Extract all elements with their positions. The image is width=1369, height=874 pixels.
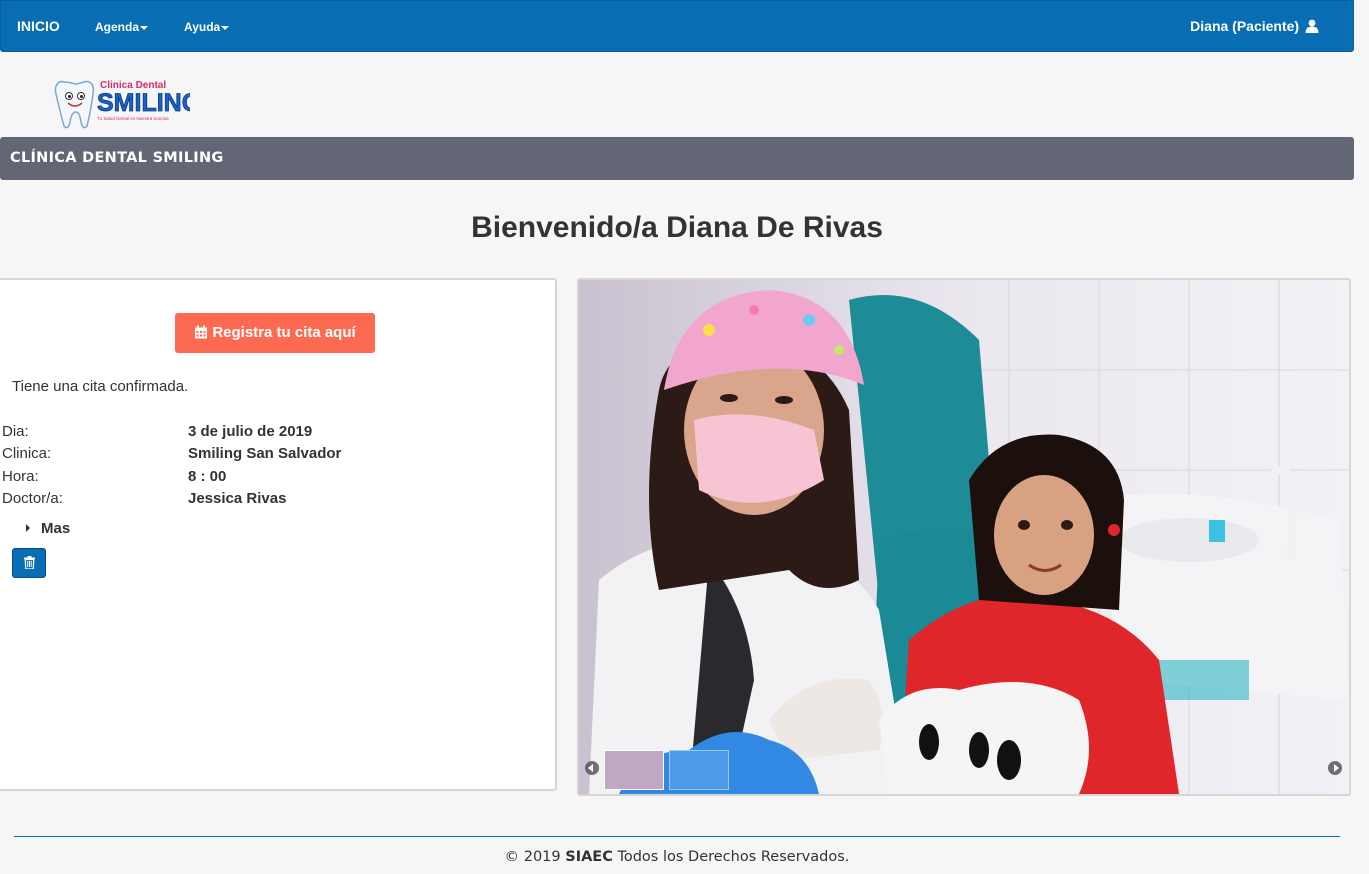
slideshow-prev-button[interactable] (585, 761, 599, 775)
caret-down-icon (221, 25, 230, 30)
section-title-bar: CLÍNICA DENTAL SMILING (0, 137, 1354, 180)
footer-brand: SIAEC (565, 849, 613, 865)
clinic-logo: Clinica Dental SMILING Tu Salud Dental e… (52, 72, 202, 130)
day-label: Dia: (2, 423, 29, 440)
footer-prefix: © 2019 (504, 849, 566, 865)
register-appointment-label: Registra tu cita aquí (212, 324, 356, 341)
nav-agenda-dropdown[interactable]: Agenda (95, 20, 149, 34)
caret-right-icon (26, 524, 30, 532)
time-value: 8 : 00 (188, 468, 227, 485)
slideshow-thumbnail-2[interactable] (669, 750, 729, 790)
appointment-panel: Registra tu cita aquí Tiene una cita con… (0, 278, 557, 791)
delete-appointment-button[interactable] (12, 548, 46, 578)
appointment-status: Tiene una cita confirmada. (12, 378, 189, 395)
time-label: Hora: (2, 468, 39, 485)
nav-agenda-label: Agenda (95, 20, 140, 34)
clinic-photo-slideshow[interactable] (577, 278, 1351, 796)
welcome-heading: Bienvenido/a Diana De Rivas (471, 211, 883, 244)
slideshow-thumbnail-1[interactable] (604, 750, 664, 790)
doctor-value: Jessica Rivas (188, 490, 287, 507)
more-details-toggle[interactable]: Mas (26, 520, 70, 537)
footer-divider (14, 836, 1340, 837)
caret-down-icon (140, 25, 149, 30)
slideshow-next-button[interactable] (1328, 761, 1342, 775)
day-value: 3 de julio de 2019 (188, 423, 313, 440)
user-icon (1305, 19, 1319, 33)
trash-icon (24, 556, 35, 569)
logo-brand: SMILING (97, 89, 190, 117)
calendar-icon (195, 325, 208, 339)
user-menu[interactable]: Diana (Paciente) (1190, 18, 1319, 34)
footer-suffix: Todos los Derechos Reservados. (612, 849, 850, 865)
footer-copyright: © 2019 SIAEC Todos los Derechos Reservad… (0, 849, 1354, 865)
doctor-label: Doctor/a: (2, 490, 63, 507)
section-title: CLÍNICA DENTAL SMILING (10, 150, 224, 166)
more-details-label: Mas (41, 520, 71, 537)
user-name: Diana (Paciente) (1190, 18, 1300, 34)
dentist-with-child-photo (579, 280, 1349, 794)
logo-tagline: Tu Salud Dental es Nuestra Sonrisa (97, 116, 169, 121)
nav-ayuda-dropdown[interactable]: Ayuda (184, 20, 230, 34)
nav-home-link[interactable]: INICIO (17, 18, 60, 34)
register-appointment-button[interactable]: Registra tu cita aquí (175, 313, 375, 353)
clinic-label: Clinica: (2, 445, 52, 462)
clinic-value: Smiling San Salvador (188, 445, 342, 462)
nav-ayuda-label: Ayuda (184, 20, 221, 34)
top-navbar: INICIO Agenda Ayuda Diana (Paciente) (0, 0, 1354, 52)
